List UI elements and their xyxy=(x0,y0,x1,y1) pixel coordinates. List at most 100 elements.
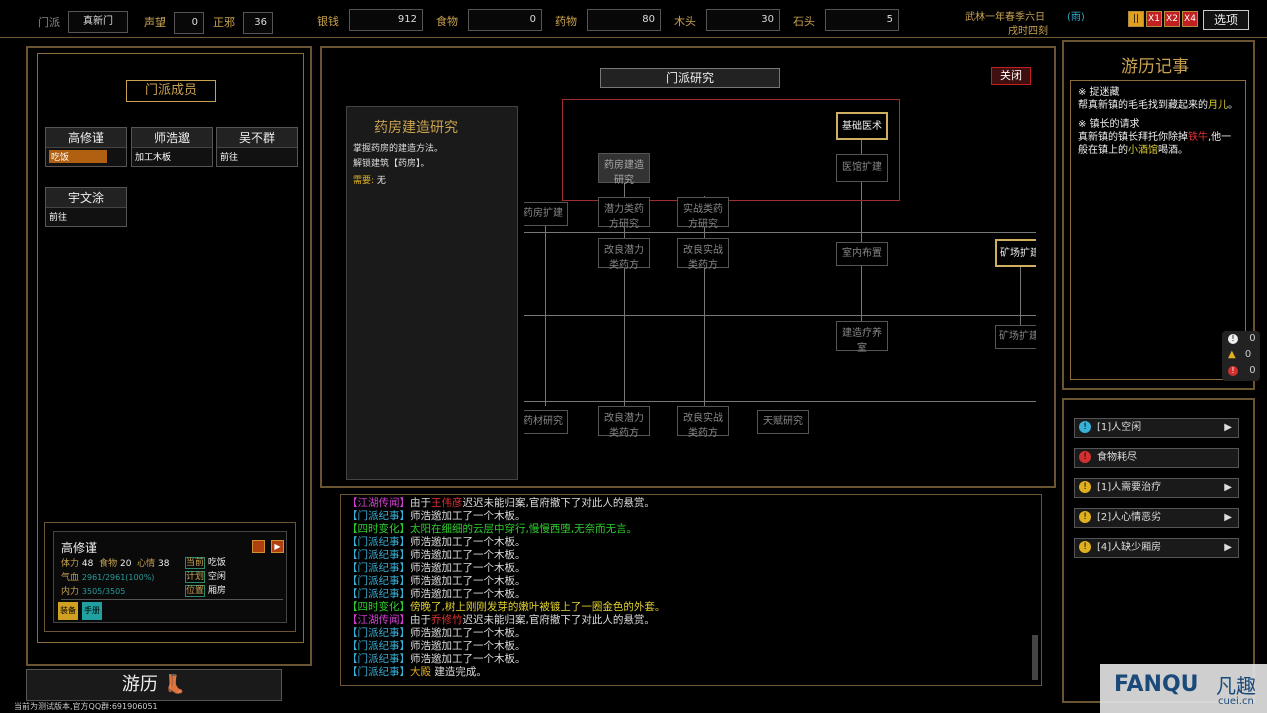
alert-text: [1]人需要治疗 xyxy=(1097,482,1162,493)
log-tag: 【门派纪事】 xyxy=(347,588,410,600)
fame-label: 声望 xyxy=(144,16,166,29)
log-text: 师浩邈加工了一个木板。 xyxy=(410,653,526,665)
log-text: 乔修竹 xyxy=(431,614,463,626)
alert-food[interactable]: ! 食物耗尽 xyxy=(1074,448,1239,468)
tree-line xyxy=(524,315,1036,316)
log-line: 【门派纪事】师浩邈加工了一个木板。 xyxy=(347,536,1035,549)
log-line: 【门派纪事】师浩邈加工了一个木板。 xyxy=(347,549,1035,562)
watermark-logo: FANQU xyxy=(1114,672,1199,697)
stamina-label: 体力 xyxy=(61,559,80,569)
log-text: 师浩邈加工了一个木板。 xyxy=(410,640,526,652)
log-line: 【门派纪事】大殿 建造完成。 xyxy=(347,666,1035,679)
tech-node[interactable]: 药房扩建 xyxy=(524,202,568,226)
info-icon: ! xyxy=(1228,334,1238,344)
member-card[interactable]: 师浩邈 加工木板 xyxy=(131,127,213,167)
alert-room[interactable]: ! [4]人缺少厢房 ▶ xyxy=(1074,538,1239,558)
info-icon: ! xyxy=(1079,421,1091,433)
watermark-url: cuei.cn xyxy=(1218,696,1254,707)
need-value: 无 xyxy=(376,176,386,186)
tech-node[interactable]: 改良实战类药方 xyxy=(677,406,729,439)
plan-label: 计划 xyxy=(185,571,206,583)
pos-label: 位置 xyxy=(185,585,206,597)
member-card[interactable]: 吴不群 前往 xyxy=(216,127,298,167)
travel-label: 游历 xyxy=(121,674,158,695)
stop-button[interactable] xyxy=(252,540,265,553)
sect-name: 真新门 xyxy=(68,11,128,33)
tech-node[interactable]: 矿场扩建 xyxy=(995,239,1036,267)
tech-node[interactable]: 改良潜力类药方 xyxy=(598,406,650,439)
tech-node[interactable]: 改良潜力类药方 xyxy=(598,238,650,271)
alert-heal[interactable]: ! [1]人需要治疗 ▶ xyxy=(1074,478,1239,498)
medicine-label: 药物 xyxy=(555,15,577,28)
tech-node[interactable]: 室内布置 xyxy=(836,242,888,266)
sect-label: 门派 xyxy=(38,16,60,29)
log-tag: 【门派纪事】 xyxy=(347,640,410,652)
member-card[interactable]: 高修谨 吃饭 xyxy=(45,127,127,167)
log-line: 【门派纪事】师浩邈加工了一个木板。 xyxy=(347,653,1035,666)
food-value: 0 xyxy=(468,9,542,31)
travel-button[interactable]: 游历 👢 xyxy=(26,669,282,701)
tree-line xyxy=(524,232,1036,233)
speed-x4-button[interactable]: X4 xyxy=(1182,11,1198,27)
top-bar: 门派 真新门 声望 0 正邪 36 银钱 912 食物 0 药物 80 木头 3… xyxy=(0,0,1267,38)
info-title: 药房建造研究 xyxy=(374,120,458,136)
log-line: 【门派纪事】师浩邈加工了一个木板。 xyxy=(347,562,1035,575)
tech-node[interactable]: 基础医术 xyxy=(836,112,888,140)
log-text: 由于 xyxy=(410,614,431,626)
member-status: 加工木板 xyxy=(135,153,172,163)
quest1-desc: 帮真新镇的毛毛找到藏起来的月儿。 xyxy=(1078,99,1240,112)
log-line: 【门派纪事】师浩邈加工了一个木板。 xyxy=(347,627,1035,640)
speed-x2-button[interactable]: X2 xyxy=(1164,11,1180,27)
log-text: 师浩邈加工了一个木板。 xyxy=(410,575,526,587)
tech-node[interactable]: 矿场扩建 xyxy=(995,325,1036,349)
stone-label: 石头 xyxy=(793,15,815,28)
alert-idle[interactable]: ! [1]人空闲 ▶ xyxy=(1074,418,1239,438)
log-tag: 【门派纪事】 xyxy=(347,536,410,548)
equip-button[interactable]: 装备 xyxy=(58,602,78,620)
arrow-right-icon: ▶ xyxy=(1224,422,1232,433)
money-label: 银钱 xyxy=(317,15,339,28)
wood-label: 木头 xyxy=(674,15,696,28)
alert-mood[interactable]: ! [2]人心情恶劣 ▶ xyxy=(1074,508,1239,528)
inner-value: 3505/3505 xyxy=(81,587,126,596)
arrow-right-icon: ▶ xyxy=(1224,482,1232,493)
speed-x1-button[interactable]: X1 xyxy=(1146,11,1162,27)
close-button[interactable]: 关闭 xyxy=(991,67,1031,85)
member-card[interactable]: 宇文涂 前往 xyxy=(45,187,127,227)
log-text: 太阳在细细的云层中穿行,慢慢西堕,无奈而无言。 xyxy=(410,523,638,535)
play-button[interactable]: ▶ xyxy=(271,540,284,553)
tech-node[interactable]: 天赋研究 xyxy=(757,410,809,434)
pause-button[interactable]: || xyxy=(1128,11,1144,27)
tech-node[interactable]: 潜力类药方研究 xyxy=(598,197,650,230)
tech-node[interactable]: 药材研究 xyxy=(524,410,568,434)
info-desc2: 解锁建筑【药房】。 xyxy=(353,159,430,169)
log-tag: 【门派纪事】 xyxy=(347,510,410,522)
log-text: 师浩邈加工了一个木板。 xyxy=(410,510,526,522)
log-line: 【四时变化】傍晚了,树上刚刚发芽的嫩叶被镀上了一圈金色的外套。 xyxy=(347,601,1035,614)
log-tag: 【江湖传闻】 xyxy=(347,614,410,626)
quest2-target: 铁牛 xyxy=(1188,132,1208,143)
info-count: 0 xyxy=(1249,333,1256,344)
tech-node[interactable]: 医馆扩建 xyxy=(836,154,888,182)
food-value: 20 xyxy=(119,559,132,569)
manual-button[interactable]: 手册 xyxy=(82,602,102,620)
options-button[interactable]: 选项 xyxy=(1203,10,1249,30)
quest2-place: 小酒馆 xyxy=(1128,145,1158,156)
tech-node[interactable]: 实战类药方研究 xyxy=(677,197,729,230)
warning-icon: ! xyxy=(1079,541,1091,553)
alert-text: [2]人心情恶劣 xyxy=(1097,512,1162,523)
tech-node-selected[interactable]: 药房建造研究 xyxy=(598,153,650,186)
journal-body: ※ 捉迷藏 帮真新镇的毛毛找到藏起来的月儿。 ※ 镇长的请求 真新镇的镇长拜托你… xyxy=(1078,86,1240,157)
mood-value: 38 xyxy=(158,559,170,569)
tech-node[interactable]: 建造疗养室 xyxy=(836,321,888,354)
log-tag: 【四时变化】 xyxy=(347,523,410,535)
log-text: 由于 xyxy=(410,497,431,509)
log-text: 师浩邈加工了一个木板。 xyxy=(410,588,526,600)
warning-count: 0 xyxy=(1244,349,1252,360)
pos-row: 位置 厢房 xyxy=(185,584,226,598)
error-icon: ! xyxy=(1079,451,1091,463)
tech-node[interactable]: 改良实战类药方 xyxy=(677,238,729,271)
info-need: 需要: 无 xyxy=(347,172,517,190)
log-scrollbar[interactable] xyxy=(1032,635,1038,680)
research-title: 门派研究 xyxy=(600,68,780,88)
